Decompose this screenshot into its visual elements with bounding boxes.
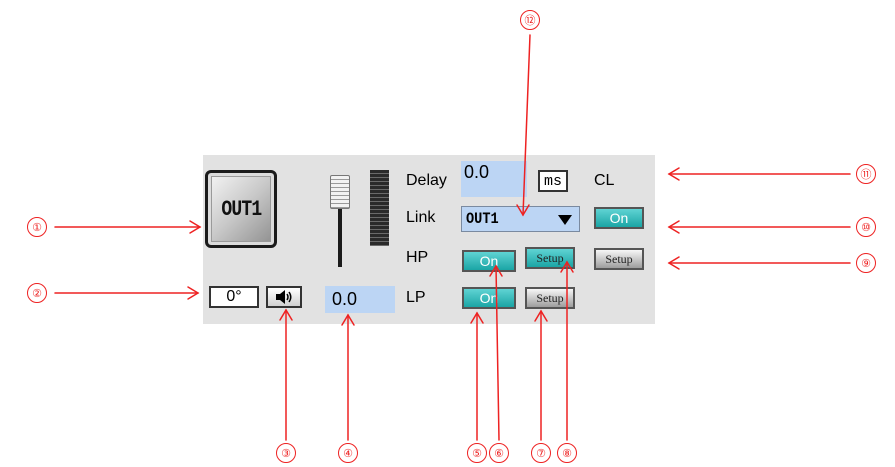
- callout-7: ⑦: [531, 443, 551, 463]
- callout-3: ③: [276, 443, 296, 463]
- annotation-arrows: [54, 34, 851, 441]
- callout-6: ⑥: [489, 443, 509, 463]
- callout-2: ②: [27, 283, 47, 303]
- callout-8: ⑧: [557, 443, 577, 463]
- callout-10: ⑩: [856, 217, 876, 237]
- callout-11: ⑪: [856, 164, 876, 184]
- callout-1: ①: [27, 217, 47, 237]
- callout-5: ⑤: [467, 443, 487, 463]
- callout-9: ⑨: [856, 253, 876, 273]
- callout-12: ⑫: [520, 10, 540, 30]
- callout-4: ④: [338, 443, 358, 463]
